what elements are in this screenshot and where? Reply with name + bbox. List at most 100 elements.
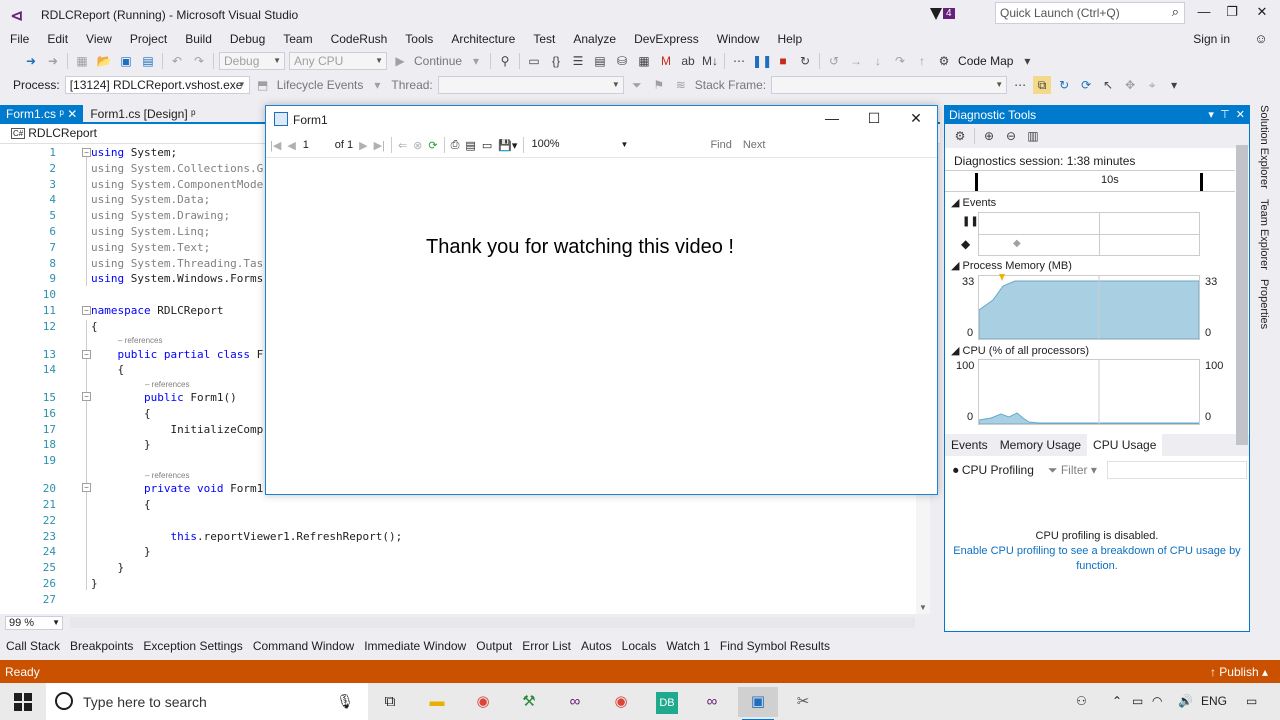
restore-button[interactable]: ❐ — [1218, 4, 1246, 24]
live-visual-tree-icon[interactable]: ⧉ — [1033, 76, 1052, 94]
tab-locals[interactable]: Locals — [617, 633, 662, 659]
tab-call-stack[interactable]: Call Stack — [0, 633, 65, 659]
microphone-icon[interactable]: 🎙 — [336, 693, 354, 710]
thread-select[interactable]: ▼ — [437, 76, 624, 94]
first-page-icon[interactable]: |◀ — [270, 139, 281, 152]
report-find-input[interactable] — [632, 137, 703, 153]
open-file-icon[interactable]: 📂 — [95, 52, 113, 70]
chrome-icon-2[interactable]: ◉ — [601, 687, 641, 717]
account-icon[interactable]: ☺ — [1252, 31, 1270, 49]
cpu-search-input[interactable] — [1106, 461, 1247, 479]
fold-toggle-icon[interactable]: − — [82, 392, 91, 401]
last-page-icon[interactable]: ▶| — [374, 139, 385, 152]
tab-command-window[interactable]: Command Window — [248, 633, 359, 659]
step-out-icon[interactable]: ↑ — [913, 52, 931, 70]
forward-icon[interactable]: ➜ — [44, 52, 62, 70]
find-button[interactable]: Find — [710, 139, 731, 151]
toolbar-options-icon-2[interactable]: ⋯ — [1011, 76, 1029, 94]
settings-gear-icon[interactable]: ⚙ — [951, 127, 969, 145]
stack-frame-select[interactable]: ▼ — [771, 76, 1008, 94]
panel-pin-icon[interactable]: ⊤ — [1220, 109, 1230, 121]
markup-icon[interactable]: M — [657, 52, 675, 70]
code-map-button[interactable]: Code Map — [958, 54, 1013, 68]
previous-page-icon[interactable]: ◀ — [287, 139, 295, 152]
tab-cpu-usage[interactable]: CPU Usage — [1087, 434, 1163, 456]
memory-section-header[interactable]: ◢ Process Memory (MB) — [951, 259, 1072, 272]
publish-button[interactable]: ↑ Publish ▴ — [1210, 665, 1268, 679]
next-page-icon[interactable]: ▶ — [359, 139, 367, 152]
fold-toggle-icon[interactable]: − — [82, 350, 91, 359]
tab-memory-usage[interactable]: Memory Usage — [994, 434, 1087, 456]
print-icon[interactable]: ⎙ — [451, 139, 460, 152]
fold-toggle-icon[interactable]: − — [82, 306, 91, 315]
platform-select[interactable]: Any CPU ▼ — [289, 52, 387, 70]
abc-icon[interactable]: ab — [679, 52, 697, 70]
step-over-icon[interactable]: ↷ — [891, 52, 909, 70]
refresh-icon[interactable]: ↻ — [1055, 76, 1073, 94]
code-map-icon[interactable]: ⚙ — [935, 52, 953, 70]
page-number-input[interactable]: 1 — [298, 137, 327, 153]
event-marker-icon[interactable]: ◆ — [1013, 238, 1021, 249]
close-button[interactable]: ✕ — [1248, 4, 1276, 24]
export-icon[interactable]: 💾▾ — [498, 139, 517, 152]
tab-events[interactable]: Events — [945, 434, 994, 456]
cpu-section-header[interactable]: ◢ CPU (% of all processors) — [951, 344, 1089, 357]
continue-dropdown-icon[interactable]: ▾ — [467, 52, 485, 70]
reset-zoom-icon[interactable]: ▥ — [1024, 127, 1042, 145]
menu-edit[interactable]: Edit — [38, 30, 77, 48]
fold-toggle-icon[interactable]: − — [82, 148, 91, 157]
toolbar-options-icon-3[interactable]: ▾ — [1165, 76, 1183, 94]
menu-tools[interactable]: Tools — [396, 30, 442, 48]
menu-view[interactable]: View — [77, 30, 121, 48]
undo-icon[interactable]: ↶ — [168, 52, 186, 70]
running-form-icon[interactable]: ▣ — [738, 687, 778, 720]
close-tab-icon[interactable]: ✕ — [67, 107, 77, 121]
form1-window[interactable]: Form1 — ☐ ✕ |◀ ◀ 1 of 1 ▶ ▶| ⇐ ⊗ ⟳ ⎙ ▤ ▭… — [265, 105, 938, 495]
braces-icon[interactable]: {} — [547, 52, 565, 70]
chrome-icon[interactable]: ◉ — [463, 687, 503, 717]
memory-graph[interactable] — [978, 274, 1200, 340]
visual-studio-icon-2[interactable]: ∞ — [692, 687, 732, 717]
codelens-references[interactable]: – references — [118, 336, 162, 345]
process-select[interactable]: [13124] RDLCReport.vshost.exe ▼ — [64, 76, 250, 94]
tab-immediate-window[interactable]: Immediate Window — [359, 633, 471, 659]
hot-reload-icon[interactable]: ↺ — [825, 52, 843, 70]
codelens-references[interactable]: – references — [145, 380, 189, 389]
editor-horizontal-scrollbar[interactable] — [70, 617, 915, 628]
stop-icon[interactable]: ■ — [774, 52, 792, 70]
network-icon[interactable]: ▭ — [1132, 694, 1143, 708]
team-explorer-tab[interactable]: Team Explorer — [1258, 199, 1270, 270]
language-indicator[interactable]: ENG — [1201, 694, 1227, 708]
start-button[interactable] — [14, 693, 32, 711]
menu-test[interactable]: Test — [524, 30, 564, 48]
tab-breakpoints[interactable]: Breakpoints — [65, 633, 138, 659]
form-maximize-button[interactable]: ☐ — [856, 110, 892, 127]
tab-form1-cs[interactable]: Form1.cs ᵖ ✕ — [0, 105, 84, 123]
pin-icon[interactable]: ᵖ — [59, 107, 64, 121]
report-zoom-select[interactable]: 100% ▼ — [527, 137, 632, 153]
menu-project[interactable]: Project — [121, 30, 176, 48]
volume-icon[interactable]: 🔊 — [1178, 694, 1193, 708]
back-to-parent-icon[interactable]: ⇐ — [398, 139, 407, 152]
configuration-select[interactable]: Debug ▼ — [219, 52, 285, 70]
flag-threads-icon[interactable]: ⚑ — [650, 76, 668, 94]
server-explorer-icon[interactable]: ⛁ — [613, 52, 631, 70]
taskbar-search-box[interactable]: Type here to search 🎙 — [46, 683, 368, 720]
find-icon[interactable]: ⚲ — [496, 52, 514, 70]
people-icon[interactable]: ⚇ — [1076, 694, 1087, 708]
zoom-out-icon[interactable]: ⊖ — [1002, 127, 1020, 145]
continue-button[interactable]: Continue — [414, 54, 462, 68]
lifecycle-icon[interactable]: ⬒ — [254, 76, 272, 94]
menu-devexpress[interactable]: DevExpress — [625, 30, 708, 48]
pin-icon-2[interactable]: ᵖ — [191, 107, 196, 121]
action-center-icon[interactable]: ▭ — [1246, 694, 1257, 708]
filter-button[interactable]: ⏷ Filter ▾ — [1048, 463, 1097, 478]
codelens-references[interactable]: – references — [145, 471, 189, 480]
lifecycle-events-button[interactable]: Lifecycle Events — [277, 78, 364, 92]
events-section-header[interactable]: ◢ Events — [951, 196, 996, 209]
lifecycle-dropdown-icon[interactable]: ▾ — [368, 76, 386, 94]
fold-toggle-icon[interactable]: − — [82, 483, 91, 492]
code-map-options-icon[interactable]: ▾ — [1018, 52, 1036, 70]
session-timeline[interactable]: 10s — [945, 170, 1235, 192]
solution-explorer-tab[interactable]: Solution Explorer — [1258, 105, 1270, 189]
